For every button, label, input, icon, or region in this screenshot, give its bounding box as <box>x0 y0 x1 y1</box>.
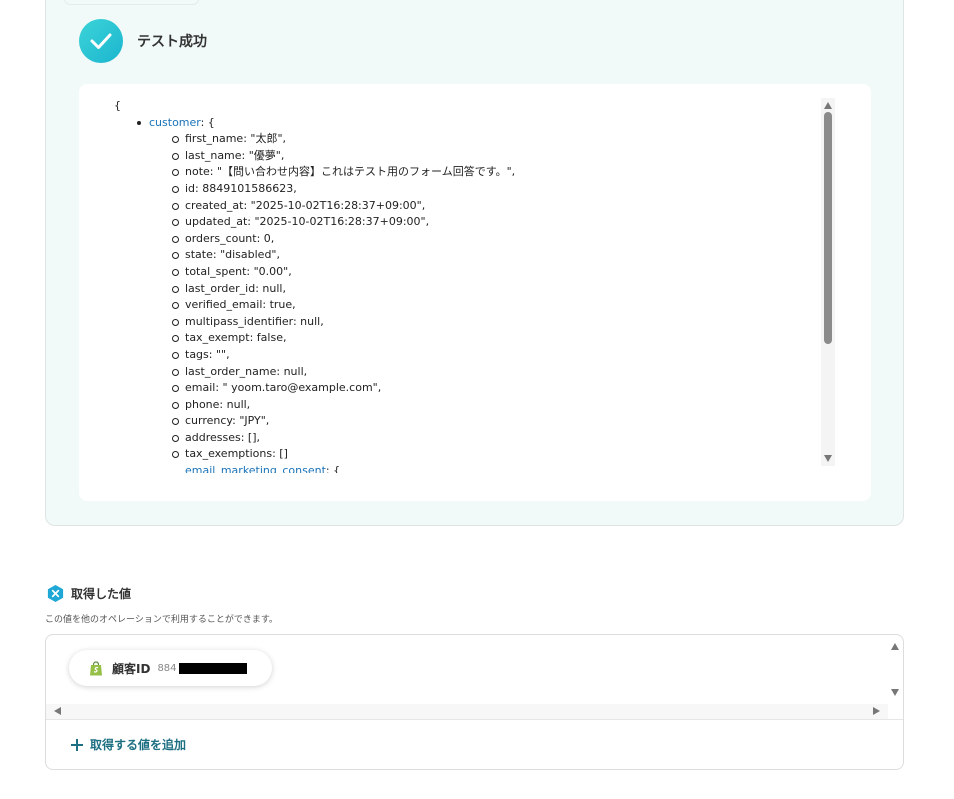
plus-icon <box>71 738 83 751</box>
acquired-values-description: この値を他のオペレーションで利用することができます。 <box>45 615 278 625</box>
redacted-value-block <box>178 662 247 674</box>
json-field: currency: "JPY", <box>172 413 814 430</box>
acquired-values-box: 顧客ID 884 取得する値を追加 <box>45 634 904 770</box>
scroll-left-arrow-icon[interactable] <box>54 707 61 715</box>
json-customer-item: customer: { <box>114 115 814 132</box>
json-field: total_spent: "0.00", <box>172 264 814 281</box>
json-field: last_order_name: null, <box>172 364 814 381</box>
json-vertical-scrollbar[interactable] <box>821 98 835 466</box>
json-field: tax_exemptions: [] <box>172 446 814 463</box>
json-field: state: "disabled", <box>172 247 814 264</box>
acquired-vertical-scrollbar[interactable] <box>888 635 903 703</box>
json-field: phone: null, <box>172 397 814 414</box>
customer-id-chip[interactable]: 顧客ID 884 <box>69 650 272 686</box>
shopify-bag-icon <box>90 660 102 675</box>
json-field: orders_count: 0, <box>172 231 814 248</box>
yoom-badge-icon <box>47 584 64 603</box>
json-key-email-marketing-consent[interactable]: email_marketing_consent <box>185 464 326 473</box>
test-result-panel: テスト成功 { customer: { first_name: "太郎", las… <box>45 0 904 526</box>
panel-top-tab <box>64 0 199 5</box>
add-acquired-value-button[interactable]: 取得する値を追加 <box>71 736 186 753</box>
scrollbar-thumb[interactable] <box>824 112 832 344</box>
test-success-label: テスト成功 <box>137 34 207 50</box>
scroll-down-arrow-icon[interactable] <box>891 689 899 696</box>
acquired-values-title: 取得した値 <box>71 587 132 601</box>
json-field: tax_exempt: false, <box>172 330 814 347</box>
customer-id-label: 顧客ID <box>112 661 151 676</box>
scroll-right-arrow-icon[interactable] <box>873 707 880 715</box>
json-output-box: { customer: { first_name: "太郎", last_name… <box>79 84 871 501</box>
json-field: last_name: "優夢", <box>172 148 814 165</box>
add-acquired-value-label: 取得する値を追加 <box>90 738 187 752</box>
scroll-up-arrow-icon[interactable] <box>891 643 899 650</box>
json-field: created_at: "2025-10-02T16:28:37+09:00", <box>172 198 814 215</box>
json-field: email: " yoom.taro@example.com", <box>172 380 814 397</box>
test-success-header: テスト成功 <box>79 19 207 63</box>
json-key-customer[interactable]: customer <box>149 116 201 129</box>
check-icon <box>79 19 123 63</box>
scroll-down-arrow-icon[interactable] <box>824 455 832 462</box>
json-field: verified_email: true, <box>172 297 814 314</box>
json-key-suffix: : { <box>200 115 215 129</box>
json-field: multipass_identifier: null, <box>172 314 814 331</box>
json-open-brace: { <box>114 99 121 112</box>
acquired-horizontal-scrollbar[interactable] <box>46 704 888 719</box>
json-output-content: { customer: { first_name: "太郎", last_name… <box>114 98 814 473</box>
json-field-list-tail: email_marketing_consent: { <box>114 463 814 473</box>
json-field-clipped: email_marketing_consent: { <box>185 463 814 473</box>
acquired-values-scroll-area: 顧客ID 884 <box>46 635 903 720</box>
json-field: addresses: [], <box>172 430 814 447</box>
json-customer-key-row: customer: { <box>135 115 814 132</box>
json-field: first_name: "太郎", <box>172 131 814 148</box>
json-field: last_order_id: null, <box>172 281 814 298</box>
json-field: id: 8849101586623, <box>172 181 814 198</box>
json-field: note: "【問い合わせ内容】これはテスト用のフォーム回答です。", <box>172 164 814 181</box>
json-field: updated_at: "2025-10-02T16:28:37+09:00", <box>172 214 814 231</box>
scroll-up-arrow-icon[interactable] <box>824 102 832 109</box>
json-clipped-suffix: : { <box>325 464 341 473</box>
acquired-values-header: 取得した値 <box>46 584 131 603</box>
json-field-list: first_name: "太郎", last_name: "優夢", note: "… <box>114 131 814 463</box>
customer-id-value: 884 <box>157 662 177 674</box>
json-field: tags: "", <box>172 347 814 364</box>
